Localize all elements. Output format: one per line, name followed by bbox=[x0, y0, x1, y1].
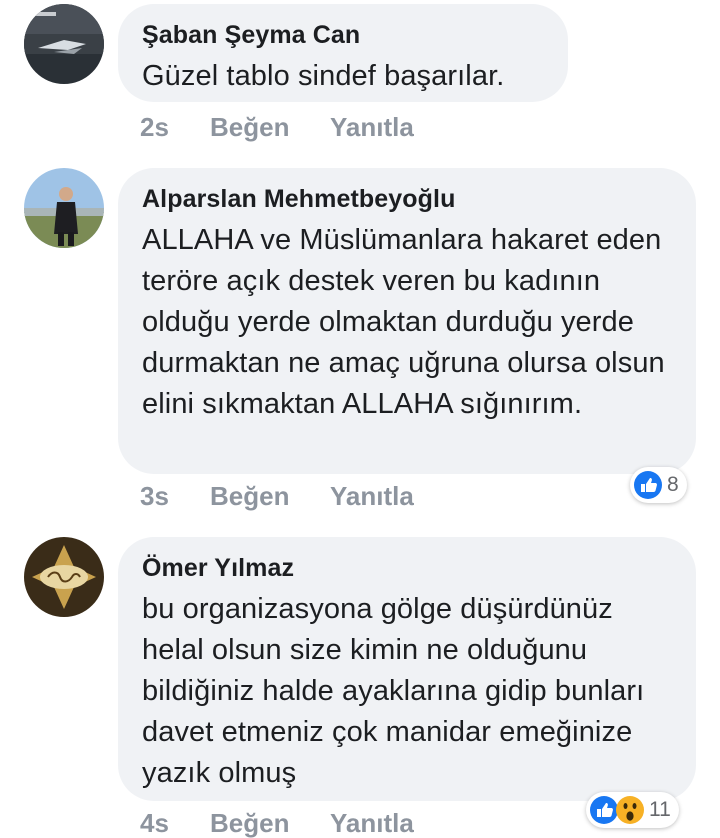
comment-time[interactable]: 2s bbox=[140, 112, 210, 142]
comment-bubble: Ömer Yılmaz bu organizasyona gölge düşür… bbox=[118, 537, 696, 801]
like-button[interactable]: Beğen bbox=[210, 481, 330, 511]
like-button[interactable]: Beğen bbox=[210, 808, 330, 838]
comment-bubble: Alparslan Mehmetbeyoğlu ALLAHA ve Müslüm… bbox=[118, 168, 696, 474]
avatar[interactable] bbox=[24, 4, 104, 84]
comment-actions: 2s Beğen Yanıtla bbox=[140, 112, 414, 142]
reaction-summary[interactable]: 11 bbox=[586, 792, 679, 828]
reply-button[interactable]: Yanıtla bbox=[330, 481, 414, 511]
reply-button[interactable]: Yanıtla bbox=[330, 808, 414, 838]
reply-button[interactable]: Yanıtla bbox=[330, 112, 414, 142]
comment-text: bu organizasyona gölge düşürdünüz helal … bbox=[142, 593, 645, 789]
reaction-count: 11 bbox=[649, 798, 671, 821]
reaction-summary[interactable]: 8 bbox=[630, 467, 687, 503]
avatar[interactable] bbox=[24, 168, 104, 248]
comment-text: Güzel tablo sindef başarılar. bbox=[142, 60, 505, 92]
avatar[interactable] bbox=[24, 537, 104, 617]
wow-reaction-icon bbox=[615, 795, 645, 825]
comment-time[interactable]: 4s bbox=[140, 808, 210, 838]
comment-bubble: Şaban Şeyma Can Güzel tablo sindef başar… bbox=[118, 4, 568, 102]
comment-time[interactable]: 3s bbox=[140, 481, 210, 511]
like-reaction-icon bbox=[633, 470, 663, 500]
comment-author[interactable]: Alparslan Mehmetbeyoğlu bbox=[142, 184, 670, 214]
comment-author[interactable]: Şaban Şeyma Can bbox=[142, 20, 542, 50]
comment-text: ALLAHA ve Müslümanlara hakaret eden terö… bbox=[142, 224, 665, 420]
comment-author[interactable]: Ömer Yılmaz bbox=[142, 553, 670, 583]
comment-actions: 4s Beğen Yanıtla bbox=[140, 808, 414, 838]
comment-actions: 3s Beğen Yanıtla bbox=[140, 481, 414, 511]
like-button[interactable]: Beğen bbox=[210, 112, 330, 142]
reaction-count: 8 bbox=[667, 473, 679, 496]
